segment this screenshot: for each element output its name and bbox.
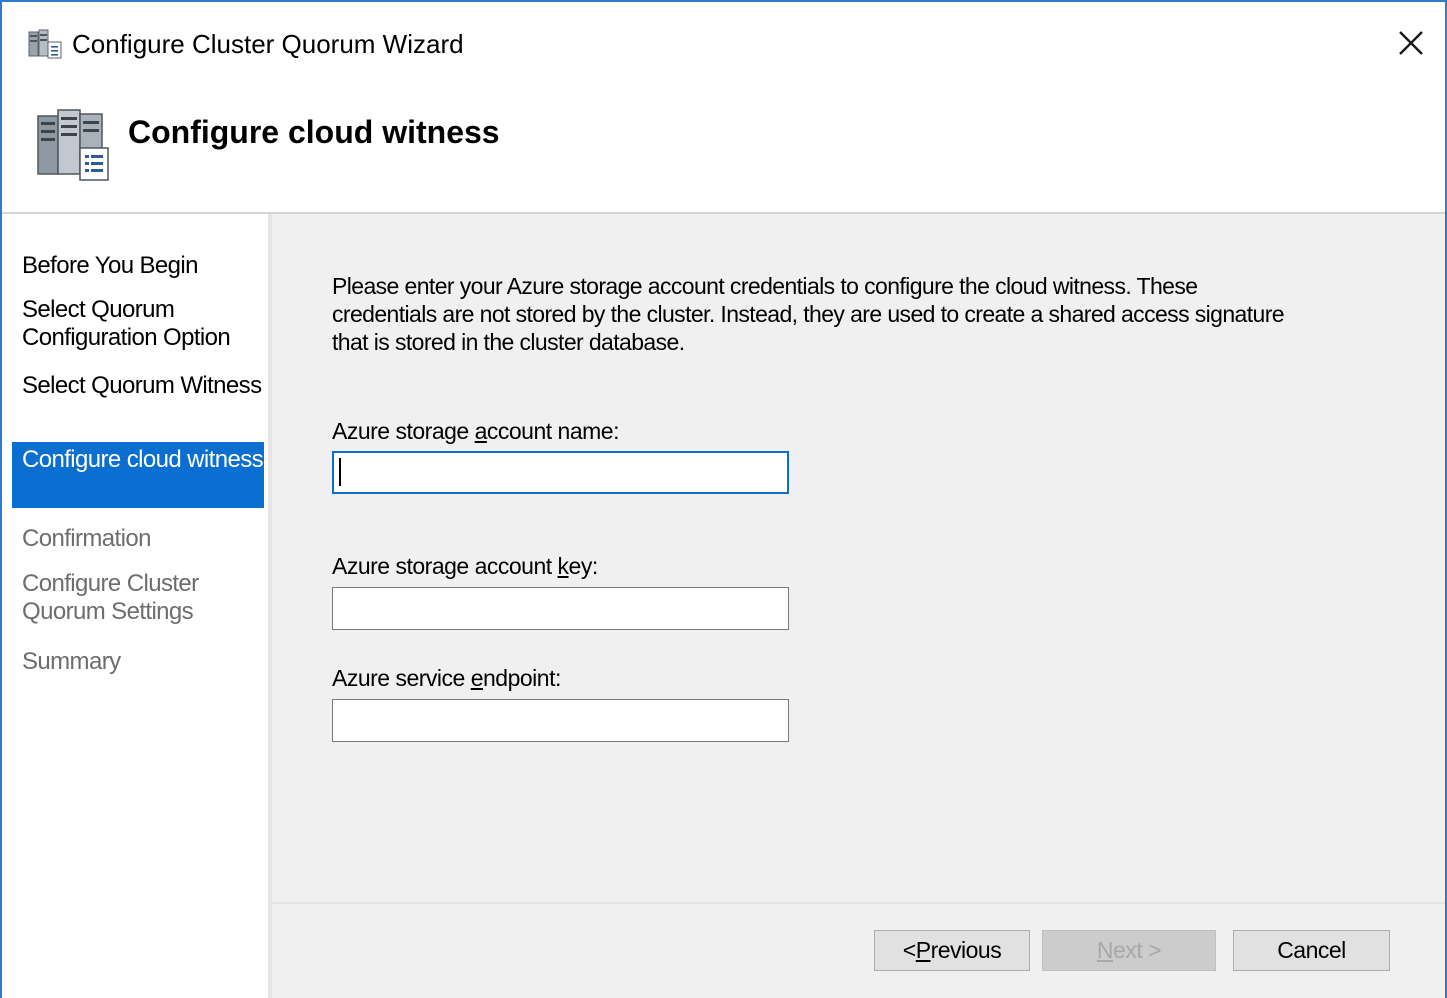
step-configure-cloud-witness[interactable]: Configure cloud witness bbox=[12, 442, 264, 508]
next-button[interactable]: Next > bbox=[1042, 930, 1216, 971]
page-title: Configure cloud witness bbox=[128, 114, 500, 150]
step-summary: Summary bbox=[22, 648, 121, 675]
close-button[interactable] bbox=[1388, 20, 1434, 66]
wizard-header: Configure cloud witness bbox=[2, 84, 1445, 212]
wizard-window: Configure Cluster Quorum Wizard Configur… bbox=[0, 0, 1447, 998]
cluster-wizard-icon bbox=[28, 29, 62, 59]
step-before-you-begin[interactable]: Before You Begin bbox=[12, 252, 264, 280]
storage-account-key-label: Azure storage account key: bbox=[332, 553, 598, 579]
step-confirmation: Confirmation bbox=[22, 525, 151, 552]
storage-account-name-label: Azure storage account name: bbox=[332, 418, 619, 444]
title-bar: Configure Cluster Quorum Wizard bbox=[2, 2, 1445, 84]
step-select-quorum-witness[interactable]: Select Quorum Witness bbox=[12, 372, 264, 400]
step-configure-cluster-quorum-settings: Configure Cluster Quorum Settings bbox=[22, 570, 199, 625]
wizard-content: Please enter your Azure storage account … bbox=[272, 214, 1445, 904]
cancel-button[interactable]: Cancel bbox=[1233, 930, 1390, 971]
storage-account-name-input[interactable] bbox=[332, 451, 789, 494]
service-endpoint-label: Azure service endpoint: bbox=[332, 665, 561, 691]
step-select-quorum-configuration-option[interactable]: Select Quorum Configuration Option bbox=[12, 296, 264, 352]
close-icon bbox=[1399, 31, 1423, 55]
storage-account-key-input[interactable] bbox=[332, 587, 789, 630]
previous-button[interactable]: < Previous bbox=[874, 930, 1030, 971]
wizard-steps-sidebar: Before You Begin Select Quorum Configura… bbox=[2, 214, 268, 998]
intro-text: Please enter your Azure storage account … bbox=[332, 273, 1285, 355]
wizard-footer: < Previous Next > Cancel bbox=[272, 904, 1445, 998]
window-title: Configure Cluster Quorum Wizard bbox=[72, 29, 464, 59]
service-endpoint-input[interactable] bbox=[332, 699, 789, 742]
cluster-servers-icon bbox=[36, 106, 114, 182]
text-caret bbox=[339, 458, 341, 486]
